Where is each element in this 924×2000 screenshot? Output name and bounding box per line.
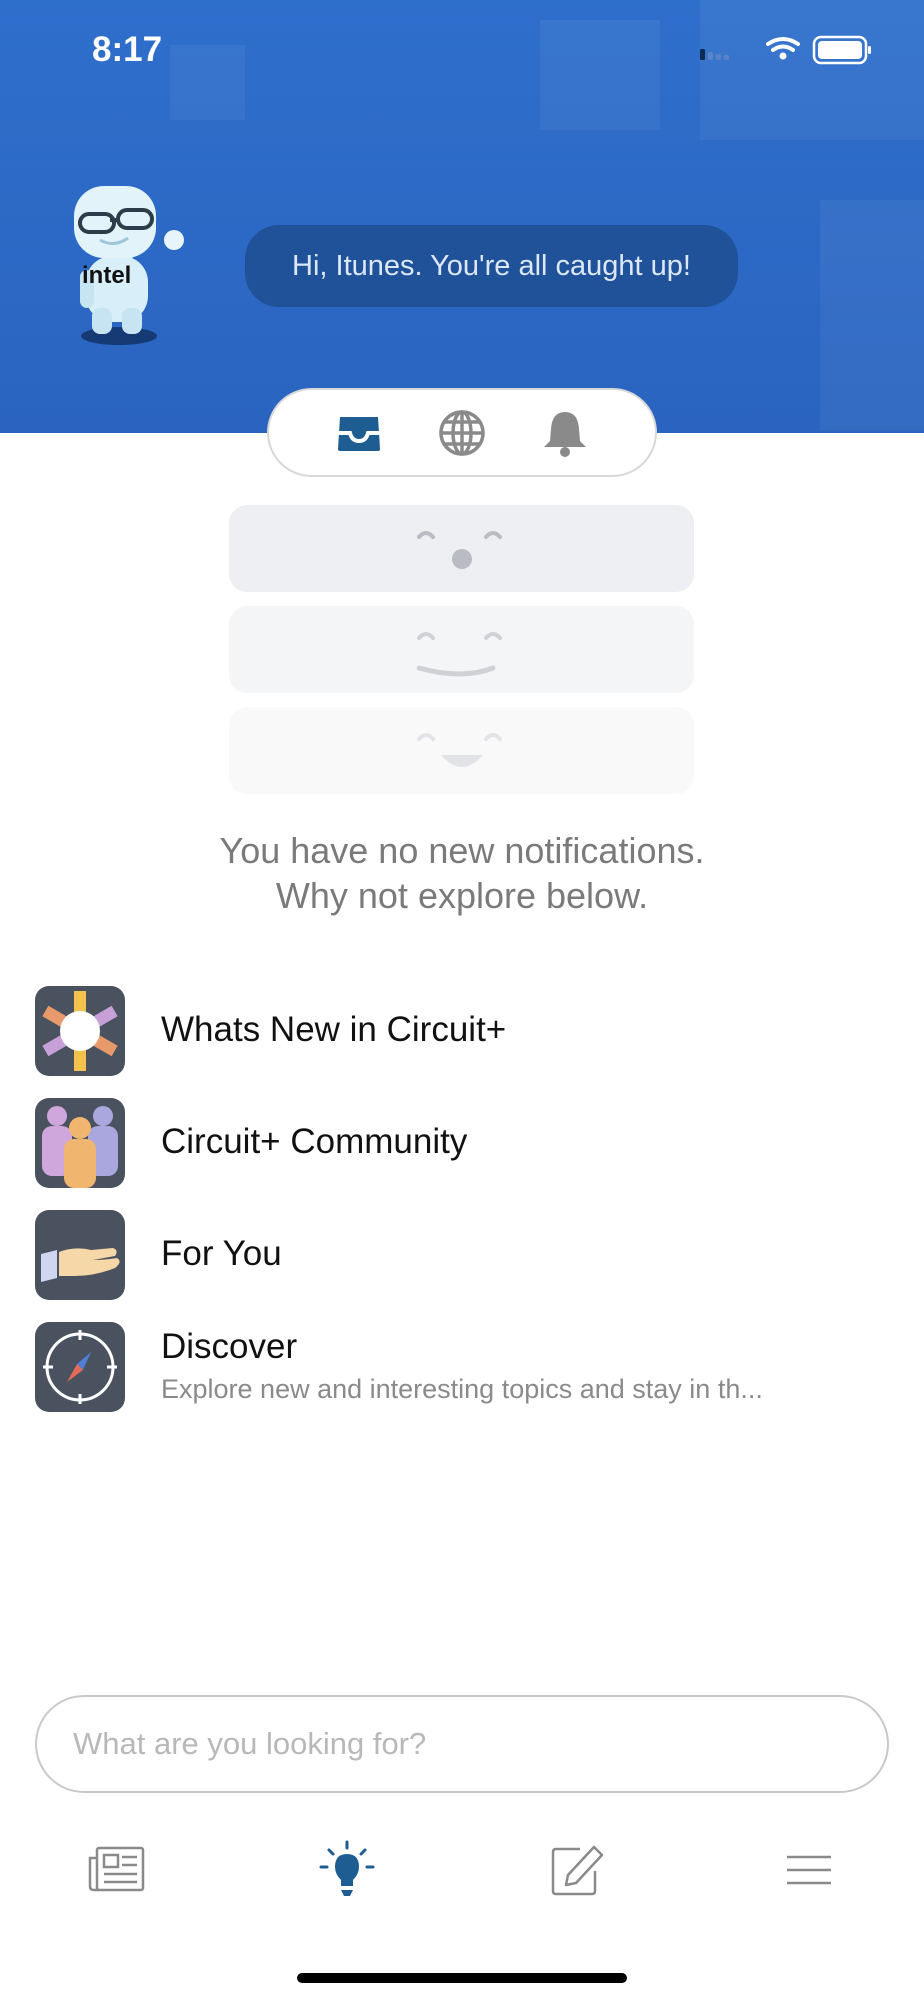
tab-news[interactable] xyxy=(71,1835,161,1905)
greeting-bubble: Hi, Itunes. You're all caught up! xyxy=(245,225,738,307)
tab-menu[interactable] xyxy=(764,1835,854,1905)
compose-icon xyxy=(551,1845,603,1896)
background-tile xyxy=(540,20,660,130)
sunburst-icon xyxy=(35,986,125,1076)
segment-inbox[interactable] xyxy=(329,403,389,463)
placeholder-card xyxy=(229,606,694,693)
menu-item-label: For You xyxy=(161,1234,282,1273)
globe-icon xyxy=(439,409,485,456)
home-indicator xyxy=(297,1973,627,1983)
signal-wifi-battery-icon xyxy=(700,35,871,65)
background-tile xyxy=(700,0,924,140)
inbox-icon xyxy=(337,416,380,451)
hamburger-menu-icon xyxy=(786,1855,831,1885)
status-time: 8:17 xyxy=(92,30,163,69)
hand-icon xyxy=(35,1210,125,1300)
bell-icon xyxy=(544,411,587,457)
tab-insights[interactable] xyxy=(302,1835,392,1905)
tab-compose[interactable] xyxy=(533,1835,623,1905)
search-input[interactable] xyxy=(35,1695,889,1793)
menu-item-label: Circuit+ Community xyxy=(161,1122,468,1161)
status-icons xyxy=(696,34,876,68)
placeholder-card xyxy=(229,707,694,794)
face-icon xyxy=(416,632,502,677)
lightbulb-icon xyxy=(319,1840,374,1896)
segment-globe[interactable] xyxy=(432,403,492,463)
people-icon xyxy=(35,1098,125,1188)
newspaper-icon xyxy=(88,1846,144,1892)
menu-item-whats-new[interactable]: Whats New in Circuit+ xyxy=(35,986,895,1078)
menu-item-for-you[interactable]: For You xyxy=(35,1210,895,1302)
mascot-badge: intel xyxy=(82,262,132,289)
face-icon xyxy=(417,531,502,569)
menu-item-subtitle: Explore new and interesting topics and s… xyxy=(161,1374,763,1404)
intel-mascot: intel xyxy=(64,178,194,348)
segment-bell[interactable] xyxy=(535,403,595,463)
bottom-tab-bar xyxy=(0,1835,924,1905)
background-tile xyxy=(820,200,924,430)
background-tile xyxy=(170,45,245,120)
compass-icon xyxy=(35,1322,125,1412)
menu-item-discover[interactable]: Discover Explore new and interesting top… xyxy=(35,1322,895,1414)
empty-state-line2: Why not explore below. xyxy=(275,875,649,916)
menu-item-community[interactable]: Circuit+ Community xyxy=(35,1098,895,1190)
placeholder-card xyxy=(229,505,694,592)
face-icon xyxy=(417,733,502,767)
menu-item-label: Discover xyxy=(161,1327,298,1366)
header-banner: 8:17 intel Hi, Itunes. You're all caught… xyxy=(0,0,924,433)
menu-item-label: Whats New in Circuit+ xyxy=(161,1010,507,1049)
empty-state-line1: You have no new notifications. xyxy=(219,830,705,871)
notification-segmented-control xyxy=(267,388,657,477)
